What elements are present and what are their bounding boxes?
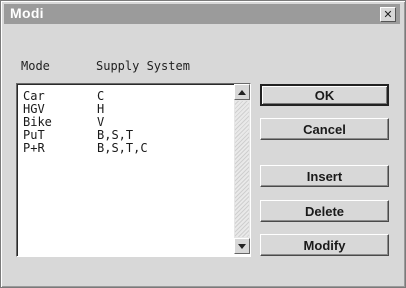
close-icon: ✕ [383, 8, 393, 21]
insert-button[interactable]: Insert [260, 165, 389, 187]
column-header-supply-system: Supply System [96, 59, 190, 73]
column-header-mode: Mode [21, 59, 50, 73]
modify-button[interactable]: Modify [260, 234, 389, 256]
modes-listbox[interactable]: Car C HGV H Bike V PuT B,S,T P+R B,S,T,C [16, 83, 251, 257]
supply-cell: C [97, 89, 105, 103]
title-bar[interactable]: Modi ✕ [4, 4, 400, 24]
delete-button[interactable]: Delete [260, 200, 389, 222]
mode-cell: P+R [23, 141, 45, 155]
scroll-track[interactable] [235, 101, 249, 237]
ok-button[interactable]: OK [260, 84, 389, 106]
supply-cell: H [97, 102, 105, 116]
scroll-up-arrow-icon [238, 89, 246, 95]
scroll-down-button[interactable] [234, 238, 250, 254]
scroll-down-arrow-icon [238, 243, 246, 249]
scroll-up-button[interactable] [234, 84, 250, 100]
dialog-title: Modi [10, 5, 44, 21]
list-item[interactable]: P+R B,S,T,C [23, 142, 148, 155]
supply-cell: B,S,T,C [97, 141, 148, 155]
vertical-scrollbar[interactable] [234, 84, 250, 254]
supply-cell: V [97, 115, 105, 129]
modi-dialog: Modi ✕ Mode Supply System Car C HGV H Bike… [0, 0, 406, 288]
cancel-button[interactable]: Cancel [260, 118, 389, 140]
close-button[interactable]: ✕ [380, 7, 396, 22]
supply-cell: B,S,T [97, 128, 134, 142]
